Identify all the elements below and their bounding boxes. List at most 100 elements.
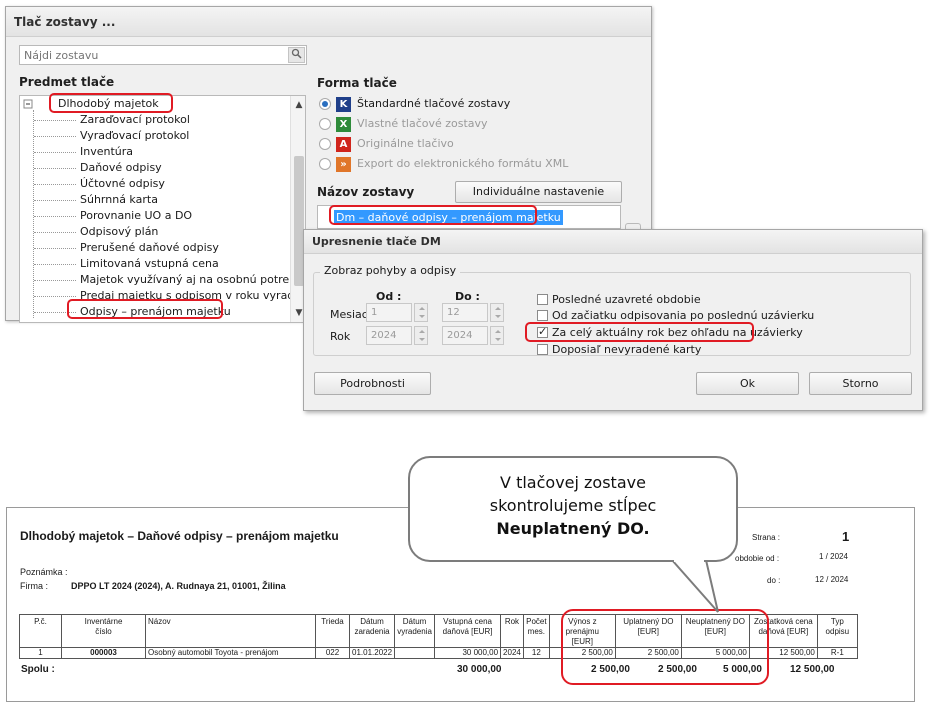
table-cell: R-1 bbox=[816, 647, 858, 659]
form-option-custom[interactable]: X Vlastné tlačové zostavy bbox=[319, 115, 488, 133]
report-title: Dlhodobý majetok – Daňové odpisy – prená… bbox=[20, 529, 339, 543]
kros-icon: K bbox=[336, 96, 351, 112]
highlight-root bbox=[49, 93, 173, 113]
page-number: 1 bbox=[842, 529, 850, 544]
period-from: 1 / 2024 bbox=[819, 552, 848, 561]
column-header: Počet mes. bbox=[522, 614, 550, 648]
callout-text: V tlačovej zostave skontrolujeme stĺpec … bbox=[410, 471, 736, 540]
callout-bubble: V tlačovej zostave skontrolujeme stĺpec … bbox=[408, 456, 738, 562]
xml-export-icon: » bbox=[336, 156, 351, 172]
radio-unselected[interactable] bbox=[319, 158, 331, 170]
ok-button[interactable]: Ok bbox=[696, 372, 799, 395]
column-header: Trieda bbox=[315, 614, 350, 648]
checkbox-box[interactable] bbox=[537, 309, 548, 321]
tree-item[interactable]: Vyraďovací protokol bbox=[80, 128, 189, 144]
month-from-input[interactable]: 1 bbox=[366, 303, 412, 322]
tree-item[interactable]: Súhrnná karta bbox=[80, 192, 158, 208]
tree-branch-line bbox=[34, 152, 76, 153]
month-to-stepper[interactable] bbox=[490, 303, 504, 322]
highlight-report-name bbox=[329, 205, 537, 225]
checkbox-not-disposed[interactable]: Doposiaľ nevyradené karty bbox=[537, 342, 701, 358]
highlight-money-columns bbox=[561, 609, 769, 685]
pdf-icon: A bbox=[336, 136, 351, 152]
form-option-standard[interactable]: K Štandardné tlačové zostavy bbox=[319, 95, 510, 113]
radio-unselected[interactable] bbox=[319, 138, 331, 150]
period-to: 12 / 2024 bbox=[815, 575, 849, 584]
column-header: Inventárne číslo bbox=[61, 614, 146, 648]
dialog-title: Tlač zostavy ... bbox=[14, 15, 116, 29]
report-search-box[interactable] bbox=[19, 45, 307, 65]
firm-value: DPPO LT 2024 (2024), A. Rudnaya 21, 0100… bbox=[71, 581, 286, 591]
tree-branch-line bbox=[34, 184, 76, 185]
to-label: Do : bbox=[455, 290, 480, 303]
report-search-input[interactable] bbox=[20, 46, 282, 64]
month-to-input[interactable]: 12 bbox=[442, 303, 488, 322]
form-label: Forma tlače bbox=[317, 76, 397, 90]
details-button[interactable]: Podrobnosti bbox=[314, 372, 431, 395]
tree-item[interactable]: Inventúra bbox=[80, 144, 133, 160]
report-name-label: Názov zostavy bbox=[317, 185, 415, 199]
column-header: Dátum zaradenia bbox=[348, 614, 396, 648]
tree-item[interactable]: Odpisový plán bbox=[80, 224, 158, 240]
group-label: Zobraz pohyby a odpisy bbox=[320, 264, 461, 277]
table-cell: Osobný automobil Toyota - prenájom bbox=[145, 647, 316, 659]
table-cell: 022 bbox=[315, 647, 350, 659]
callout-line-2: skontrolujeme stĺpec bbox=[489, 496, 657, 515]
year-to-input[interactable]: 2024 bbox=[442, 326, 488, 345]
tree-branch-line bbox=[34, 120, 76, 121]
month-label: Mesiac bbox=[330, 308, 368, 321]
tree-item[interactable]: Daňové odpisy bbox=[80, 160, 162, 176]
radio-selected[interactable] bbox=[319, 98, 331, 110]
scroll-up-icon[interactable]: ▲ bbox=[291, 98, 305, 112]
table-cell: 000003 bbox=[61, 647, 146, 659]
column-header: P.č. bbox=[19, 614, 62, 648]
refine-print-dialog: Upresnenie tlače DM Zobraz pohyby a odpi… bbox=[303, 229, 923, 411]
dialog-title: Upresnenie tlače DM bbox=[312, 235, 441, 248]
report-tree: Dlhodobý majetok Zaraďovací protokol Vyra… bbox=[19, 95, 306, 323]
year-to-stepper[interactable] bbox=[490, 326, 504, 345]
year-label: Rok bbox=[330, 330, 351, 343]
highlight-whole-year bbox=[525, 322, 754, 342]
tree-item[interactable]: Limitovaná vstupná cena bbox=[80, 256, 219, 272]
tree-branch-line bbox=[34, 296, 76, 297]
tree-branch-line bbox=[34, 200, 76, 201]
tree-branch-line bbox=[34, 136, 76, 137]
tree-branch-line bbox=[34, 248, 76, 249]
search-icon[interactable] bbox=[288, 47, 305, 63]
table-cell bbox=[394, 647, 436, 659]
year-from-input[interactable]: 2024 bbox=[366, 326, 412, 345]
year-from-stepper[interactable] bbox=[414, 326, 428, 345]
tree-item[interactable]: Zaraďovací protokol bbox=[80, 112, 190, 128]
tree-branch-line bbox=[34, 264, 76, 265]
total-residual: 12 500,00 bbox=[790, 664, 835, 675]
callout-line-3: Neuplatnený DO. bbox=[496, 519, 650, 538]
checkbox-last-closed[interactable]: Posledné uzavreté obdobie bbox=[537, 292, 701, 308]
form-option-original[interactable]: A Originálne tlačivo bbox=[319, 135, 454, 153]
column-header: Rok bbox=[500, 614, 524, 648]
cancel-button[interactable]: Storno bbox=[809, 372, 912, 395]
tree-item[interactable]: Majetok využívaný aj na osobnú potrebu bbox=[80, 272, 303, 288]
period-from-label: obdobie od : bbox=[735, 554, 780, 563]
table-cell: 01.01.2022 bbox=[348, 647, 396, 659]
tree-collapse-icon[interactable] bbox=[23, 96, 33, 112]
tree-item[interactable]: Porovnanie UO a DO bbox=[80, 208, 192, 224]
form-option-xml[interactable]: » Export do elektronického formátu XML bbox=[319, 155, 568, 173]
checkbox-box[interactable] bbox=[537, 293, 548, 305]
total-label: Spolu : bbox=[21, 664, 55, 675]
month-from-stepper[interactable] bbox=[414, 303, 428, 322]
total-entry-price: 30 000,00 bbox=[457, 664, 502, 675]
tree-item[interactable]: Účtovné odpisy bbox=[80, 176, 165, 192]
period-to-label: do : bbox=[767, 576, 781, 585]
table-cell: 12 bbox=[522, 647, 550, 659]
checkbox-box[interactable] bbox=[537, 343, 548, 355]
custom-settings-button[interactable]: Individuálne nastavenie zostavy bbox=[455, 181, 622, 218]
excel-icon: X bbox=[336, 116, 351, 132]
tree-branch-line bbox=[34, 216, 76, 217]
table-cell: 1 bbox=[19, 647, 62, 659]
from-label: Od : bbox=[376, 290, 402, 303]
tree-item[interactable]: Prerušené daňové odpisy bbox=[80, 240, 219, 256]
tree-branch-line bbox=[34, 232, 76, 233]
table-cell: 2024 bbox=[500, 647, 524, 659]
tree-branch-line bbox=[34, 280, 76, 281]
radio-unselected[interactable] bbox=[319, 118, 331, 130]
